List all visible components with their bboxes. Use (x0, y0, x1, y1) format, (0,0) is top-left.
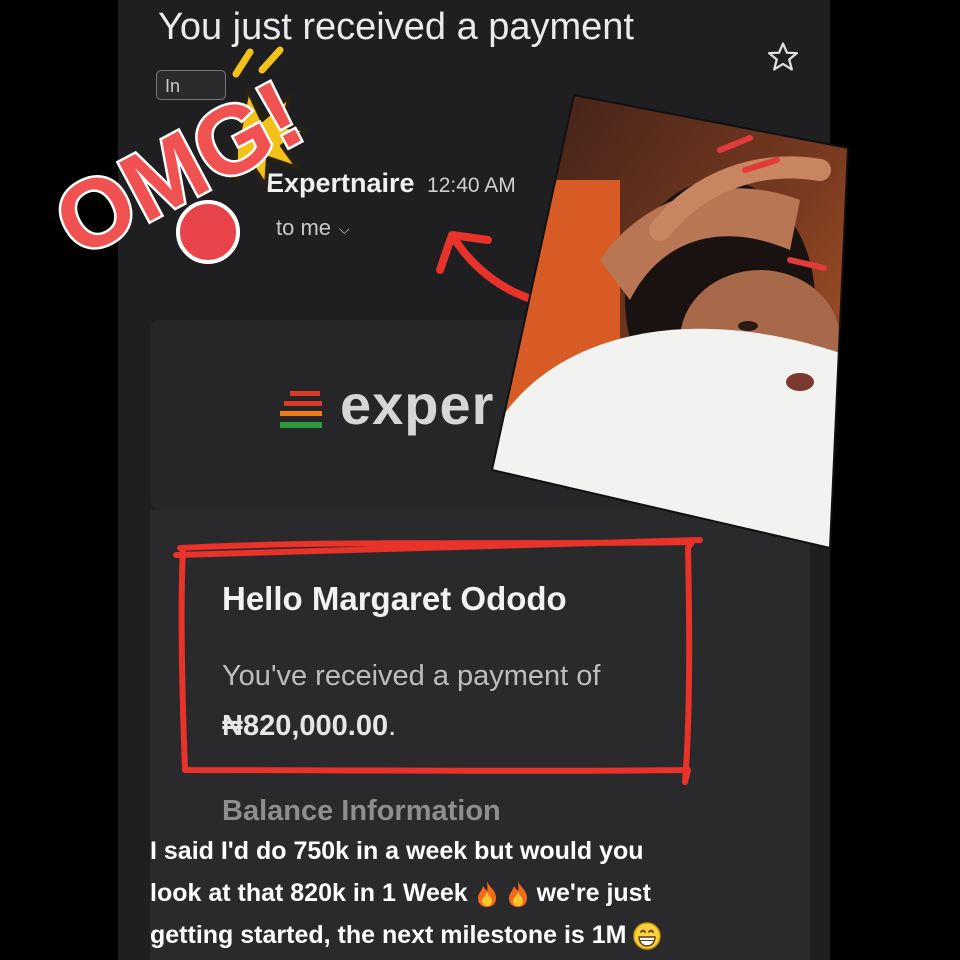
caption-line-1: I said I'd do 750k in a week but would y… (150, 837, 644, 865)
fire-icon (477, 881, 496, 908)
caption-line-2b: we're just (536, 879, 651, 907)
post-caption: I said I'd do 750k in a week but would y… (150, 830, 790, 956)
selfie-photo (490, 93, 850, 550)
grin-icon (633, 922, 662, 951)
caption-line-3-text: getting started, the next milestone is 1… (150, 921, 627, 949)
caption-line-3: getting started, the next milestone is 1… (150, 914, 790, 956)
caption-line-2: look at that 820k in 1 Week we're just (150, 872, 790, 914)
post-image: You just received a payment In Expertnai… (0, 0, 960, 960)
caption-line-2a: look at that 820k in 1 Week (150, 879, 468, 907)
fire-icon (508, 881, 527, 908)
